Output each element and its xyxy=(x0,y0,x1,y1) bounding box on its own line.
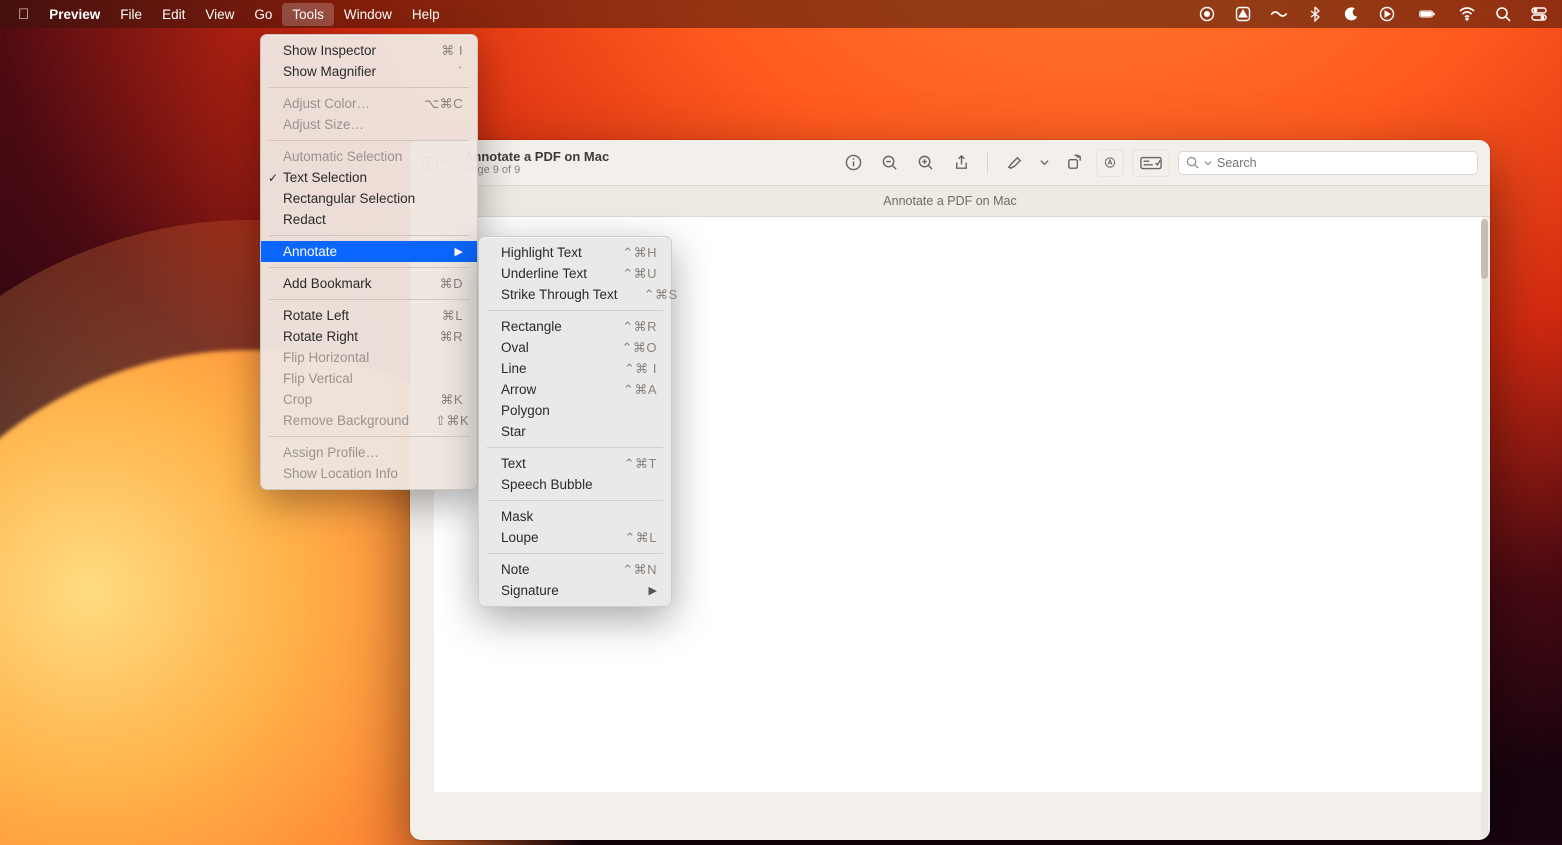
menubar-app-name[interactable]: Preview xyxy=(39,3,110,26)
submenu-highlight-text[interactable]: Highlight Text⌃⌘H xyxy=(479,242,671,263)
menu-separator xyxy=(269,299,469,300)
menu-separator xyxy=(487,447,663,448)
menu-show-magnifier[interactable]: Show Magnifier` xyxy=(261,61,477,82)
submenu-polygon[interactable]: Polygon xyxy=(479,400,671,421)
window-title: Annotate a PDF on Mac xyxy=(464,149,609,164)
highlight-button[interactable] xyxy=(1000,149,1028,177)
menu-redact[interactable]: Redact xyxy=(261,209,477,230)
menu-separator xyxy=(269,235,469,236)
annotate-submenu: Highlight Text⌃⌘H Underline Text⌃⌘U Stri… xyxy=(478,236,672,607)
menu-add-bookmark[interactable]: Add Bookmark⌘D xyxy=(261,273,477,294)
menu-rotate-left[interactable]: Rotate Left⌘L xyxy=(261,305,477,326)
submenu-speech-bubble[interactable]: Speech Bubble xyxy=(479,474,671,495)
menu-flip-horizontal: Flip Horizontal xyxy=(261,347,477,368)
submenu-underline-text[interactable]: Underline Text⌃⌘U xyxy=(479,263,671,284)
tools-menu: Show Inspector⌘ I Show Magnifier` Adjust… xyxy=(260,34,478,490)
submenu-arrow[interactable]: Arrow⌃⌘A xyxy=(479,379,671,400)
status-wifi-icon[interactable] xyxy=(1458,5,1476,23)
menu-adjust-size: Adjust Size… xyxy=(261,114,477,135)
menu-adjust-color: Adjust Color…⌥⌘C xyxy=(261,93,477,114)
menubar-item-window[interactable]: Window xyxy=(334,3,402,26)
toolbar-divider xyxy=(987,153,988,173)
menu-separator xyxy=(269,140,469,141)
menu-remove-background: Remove Background⇧⌘K xyxy=(261,410,477,431)
menu-separator xyxy=(487,500,663,501)
menu-flip-vertical: Flip Vertical xyxy=(261,368,477,389)
status-app-icon[interactable] xyxy=(1270,5,1288,23)
menu-separator xyxy=(487,553,663,554)
highlight-menu-chevron[interactable] xyxy=(1036,149,1052,177)
menu-separator xyxy=(269,436,469,437)
scrollbar-vertical[interactable] xyxy=(1481,219,1488,838)
preview-toolbar: Annotate a PDF on Mac Page 9 of 9 xyxy=(410,140,1490,186)
submenu-loupe[interactable]: Loupe⌃⌘L xyxy=(479,527,671,548)
info-button[interactable] xyxy=(839,149,867,177)
scrollbar-thumb[interactable] xyxy=(1481,219,1488,279)
menubar-item-edit[interactable]: Edit xyxy=(152,3,195,26)
status-control-center-icon[interactable] xyxy=(1530,5,1548,23)
window-subtitle: Page 9 of 9 xyxy=(464,164,609,176)
submenu-strike-through[interactable]: Strike Through Text⌃⌘S xyxy=(479,284,671,305)
menu-rectangular-selection[interactable]: Rectangular Selection xyxy=(261,188,477,209)
status-screen-mirror-icon[interactable] xyxy=(1378,5,1396,23)
submenu-line[interactable]: Line⌃⌘ I xyxy=(479,358,671,379)
status-triangle-icon[interactable] xyxy=(1234,5,1252,23)
submenu-mask[interactable]: Mask xyxy=(479,506,671,527)
menu-automatic-selection: Automatic Selection xyxy=(261,146,477,167)
menu-show-location-info: Show Location Info xyxy=(261,463,477,484)
zoom-in-button[interactable] xyxy=(911,149,939,177)
status-bluetooth-icon[interactable] xyxy=(1306,5,1324,23)
menu-separator xyxy=(487,310,663,311)
status-spotlight-icon[interactable] xyxy=(1494,5,1512,23)
submenu-signature[interactable]: Signature▶ xyxy=(479,580,671,601)
rotate-button[interactable] xyxy=(1060,149,1088,177)
menu-crop: Crop⌘K xyxy=(261,389,477,410)
menubar-item-help[interactable]: Help xyxy=(402,3,450,26)
markup-button[interactable] xyxy=(1096,149,1124,177)
system-menubar:  Preview File Edit View Go Tools Window… xyxy=(0,0,1562,28)
search-input[interactable] xyxy=(1217,156,1470,170)
menubar-item-go[interactable]: Go xyxy=(244,3,282,26)
menu-show-inspector[interactable]: Show Inspector⌘ I xyxy=(261,40,477,61)
menu-rotate-right[interactable]: Rotate Right⌘R xyxy=(261,326,477,347)
menubar-item-file[interactable]: File xyxy=(110,3,152,26)
menubar-item-tools[interactable]: Tools xyxy=(282,3,334,26)
apple-menu-icon[interactable]:  xyxy=(14,6,39,23)
submenu-text[interactable]: Text⌃⌘T xyxy=(479,453,671,474)
menu-separator xyxy=(269,87,469,88)
menu-separator xyxy=(269,267,469,268)
menu-annotate[interactable]: Annotate▶ xyxy=(261,241,477,262)
share-button[interactable] xyxy=(947,149,975,177)
menubar-item-view[interactable]: View xyxy=(195,3,244,26)
status-record-icon[interactable] xyxy=(1198,5,1216,23)
document-header: Annotate a PDF on Mac xyxy=(410,186,1490,217)
zoom-out-button[interactable] xyxy=(875,149,903,177)
submenu-note[interactable]: Note⌃⌘N xyxy=(479,559,671,580)
menu-assign-profile: Assign Profile… xyxy=(261,442,477,463)
submenu-star[interactable]: Star xyxy=(479,421,671,442)
submenu-rectangle[interactable]: Rectangle⌃⌘R xyxy=(479,316,671,337)
status-dnd-moon-icon[interactable] xyxy=(1342,5,1360,23)
status-battery-icon[interactable] xyxy=(1414,5,1440,23)
menu-text-selection[interactable]: ✓Text Selection xyxy=(261,167,477,188)
submenu-oval[interactable]: Oval⌃⌘O xyxy=(479,337,671,358)
search-field[interactable] xyxy=(1178,151,1478,175)
form-fill-button[interactable] xyxy=(1132,149,1170,177)
